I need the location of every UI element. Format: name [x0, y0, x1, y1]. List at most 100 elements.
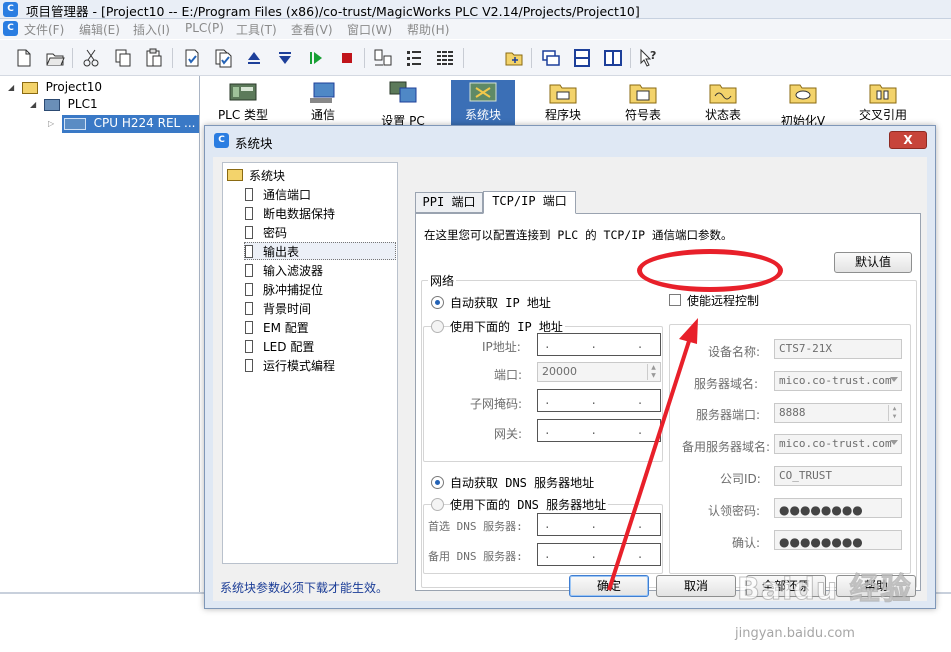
- manual-dns-label: 使用下面的 DNS 服务器地址: [450, 496, 609, 513]
- backup-domain-select[interactable]: mico.co-trust.com: [774, 434, 902, 454]
- nav-item-comm-port[interactable]: 通信端口: [245, 186, 311, 204]
- auto-dns-radio[interactable]: [431, 476, 444, 489]
- nav-item-em-config[interactable]: EM 配置: [245, 319, 309, 337]
- cancel-button[interactable]: 取消: [656, 575, 736, 597]
- page-icon: [245, 340, 253, 353]
- strip-cross-reference[interactable]: 交叉引用: [851, 80, 915, 123]
- menu-view[interactable]: 查看(V): [291, 21, 333, 38]
- close-button[interactable]: X: [889, 131, 927, 149]
- primary-dns-input[interactable]: . . .: [537, 513, 661, 536]
- ip-address-input[interactable]: . . .: [537, 333, 661, 356]
- nav-item-run-mode-edit[interactable]: 运行模式编程: [245, 357, 335, 375]
- manual-dns-radio[interactable]: [431, 498, 444, 511]
- strip-program-block[interactable]: 程序块: [531, 80, 595, 123]
- backup-dns-input[interactable]: . . .: [537, 543, 661, 566]
- stop-icon[interactable]: [336, 47, 358, 69]
- cut-icon[interactable]: [80, 47, 102, 69]
- subnet-mask-input[interactable]: . . .: [537, 389, 661, 412]
- toolbar-separator: [72, 48, 73, 68]
- strip-communication[interactable]: 通信: [291, 80, 355, 123]
- strip-set-pc[interactable]: 设置 PC: [371, 80, 435, 129]
- plc-device-icon: [43, 98, 60, 111]
- menu-tools[interactable]: 工具(T): [236, 21, 277, 38]
- server-domain-select[interactable]: mico.co-trust.com: [774, 371, 902, 391]
- enable-remote-checkbox[interactable]: [669, 294, 681, 306]
- compile-all-icon[interactable]: [212, 47, 234, 69]
- chevron-down-icon[interactable]: [890, 440, 898, 445]
- page-icon: [245, 207, 253, 220]
- page-icon: [245, 302, 253, 315]
- new-file-icon[interactable]: [13, 47, 35, 69]
- nav-item-retentive[interactable]: 断电数据保持: [245, 205, 335, 223]
- company-id-input[interactable]: CO_TRUST: [774, 466, 902, 486]
- upload-icon[interactable]: [243, 47, 265, 69]
- page-icon: [245, 283, 253, 296]
- help-pointer-icon[interactable]: ?: [638, 47, 660, 69]
- tree-node-project[interactable]: ◢ Project10: [8, 80, 102, 98]
- auto-ip-radio[interactable]: [431, 296, 444, 309]
- spinner-icon[interactable]: ▲ ▼: [888, 405, 900, 421]
- nav-item-pulse-catch[interactable]: 脉冲捕捉位: [245, 281, 323, 299]
- expanded-arrow-icon[interactable]: ◢: [8, 83, 18, 92]
- nav-item-label: 输出表: [263, 245, 300, 259]
- confirm-password-input[interactable]: ●●●●●●●●: [774, 530, 902, 550]
- monitor-icon[interactable]: [372, 47, 394, 69]
- project-icon[interactable]: [503, 47, 525, 69]
- strip-status-table[interactable]: 状态表: [691, 80, 755, 123]
- nav-item-input-filter[interactable]: 输入滤波器: [245, 262, 323, 280]
- nav-root[interactable]: 系统块: [227, 167, 285, 185]
- ip-address-label: IP地址:: [482, 340, 521, 354]
- menu-insert[interactable]: 插入(I): [133, 21, 170, 38]
- chevron-down-icon[interactable]: [890, 377, 898, 382]
- strip-system-block[interactable]: 系统块: [451, 80, 515, 126]
- ok-button[interactable]: 确定: [569, 575, 649, 597]
- nav-item-output-table[interactable]: 输出表: [244, 242, 396, 260]
- gateway-input[interactable]: . . .: [537, 419, 661, 442]
- dialog-title-bar[interactable]: C 系统块 X: [205, 126, 935, 156]
- server-port-input[interactable]: 8888 ▲ ▼: [774, 403, 902, 423]
- spinner-icon[interactable]: ▲ ▼: [647, 364, 659, 380]
- subnet-mask-label: 子网掩码:: [470, 397, 523, 411]
- menu-file[interactable]: 文件(F): [24, 21, 64, 38]
- split-horizontal-icon[interactable]: [571, 47, 593, 69]
- enable-remote-label: 使能远程控制: [687, 294, 760, 308]
- collapsed-arrow-icon[interactable]: ▷: [48, 119, 58, 128]
- program-status-icon[interactable]: [403, 47, 425, 69]
- app-menu-icon[interactable]: C: [3, 21, 18, 36]
- copy-icon[interactable]: [112, 47, 134, 69]
- paste-icon[interactable]: [143, 47, 165, 69]
- run-icon[interactable]: [305, 47, 327, 69]
- app-logo-icon: C: [214, 133, 229, 148]
- default-values-button[interactable]: 默认值: [834, 252, 912, 273]
- nav-item-label: 背景时间: [263, 302, 312, 316]
- tab-ppi-port[interactable]: PPI 端口: [415, 192, 483, 213]
- strip-plc-type[interactable]: PLC 类型: [211, 80, 275, 123]
- port-input[interactable]: 20000 ▲ ▼: [537, 362, 661, 382]
- table-status-icon[interactable]: [434, 47, 456, 69]
- menu-edit[interactable]: 编辑(E): [79, 21, 120, 38]
- claim-password-input[interactable]: ●●●●●●●●: [774, 498, 902, 518]
- expanded-arrow-icon[interactable]: ◢: [30, 100, 40, 109]
- split-vertical-icon[interactable]: [602, 47, 624, 69]
- menu-plc[interactable]: PLC(P): [185, 21, 224, 35]
- device-name-label: 设备名称:: [708, 345, 761, 359]
- compile-icon[interactable]: [181, 47, 203, 69]
- nav-item-password[interactable]: 密码: [245, 224, 287, 242]
- strip-symbol-table[interactable]: 符号表: [611, 80, 675, 123]
- download-icon[interactable]: [274, 47, 296, 69]
- nav-item-background-time[interactable]: 背景时间: [245, 300, 311, 318]
- device-name-input[interactable]: CTS7-21X: [774, 339, 902, 359]
- tree-node-plc[interactable]: ◢ PLC1: [30, 97, 98, 115]
- nav-item-led-config[interactable]: LED 配置: [245, 338, 314, 356]
- tree-node-cpu[interactable]: ▷ CPU H224 REL ...: [48, 115, 200, 133]
- tab-tcpip-port[interactable]: TCP/IP 端口: [483, 191, 576, 214]
- open-folder-icon[interactable]: [44, 47, 66, 69]
- toolbar: ?: [0, 40, 951, 76]
- block-icon[interactable]: [540, 47, 562, 69]
- menu-window[interactable]: 窗口(W): [347, 21, 392, 38]
- manual-ip-radio[interactable]: [431, 320, 444, 333]
- strip-init-v[interactable]: 初始化V: [771, 80, 835, 129]
- menu-help[interactable]: 帮助(H): [407, 21, 449, 38]
- status-table-icon: [708, 80, 738, 106]
- page-icon: [245, 245, 253, 258]
